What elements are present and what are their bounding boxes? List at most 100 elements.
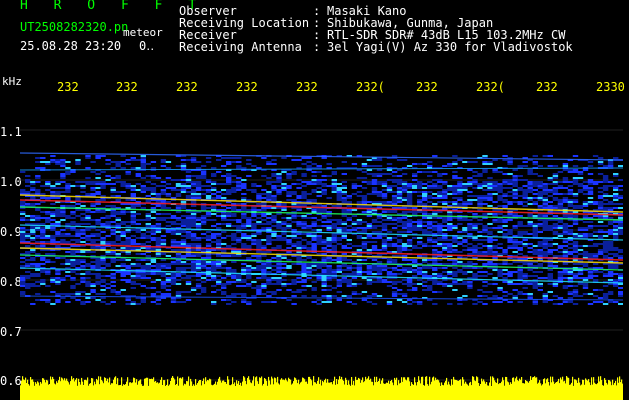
noise-pixel (482, 263, 488, 265)
noise-pixel (165, 177, 172, 179)
noise-pixel (512, 245, 518, 247)
noise-pixel (155, 231, 162, 233)
noise-pixel (507, 201, 513, 203)
noise-pixel (301, 223, 307, 225)
noise-pixel (517, 247, 523, 249)
noise-pixel (587, 293, 594, 295)
noise-pixel (412, 261, 418, 263)
noise-pixel (200, 177, 207, 179)
noise-pixel (35, 157, 41, 159)
noise-pixel (401, 255, 408, 257)
noise-pixel (30, 231, 36, 233)
noise-pixel (532, 235, 538, 237)
noise-pixel (557, 201, 564, 203)
noise-pixel (512, 215, 518, 217)
noise-pixel (572, 303, 579, 305)
noise-pixel (346, 273, 352, 275)
noise-pixel (281, 263, 287, 265)
noise-pixel (592, 253, 599, 255)
noise-pixel (607, 209, 614, 211)
noise-pixel (190, 267, 197, 269)
noise-pixel (552, 177, 559, 179)
noise-pixel (276, 181, 282, 183)
noise-pixel (346, 301, 352, 303)
noise-pixel (452, 281, 458, 283)
noise-pixel (231, 239, 237, 241)
noise-pixel (361, 291, 368, 293)
noise-pixel (532, 231, 538, 233)
noise-pixel (597, 225, 604, 227)
noise-pixel (542, 203, 548, 205)
noise-pixel (467, 253, 473, 255)
noise-pixel (120, 211, 126, 213)
noise-pixel (301, 271, 307, 273)
noise-pixel (200, 173, 207, 175)
noise-pixel (175, 207, 182, 209)
noise-pixel (331, 219, 337, 221)
noise-pixel (75, 231, 81, 233)
noise-pixel (437, 193, 443, 195)
noise-pixel (401, 247, 408, 249)
noise-pixel (346, 205, 352, 207)
noise-pixel (497, 225, 503, 227)
noise-pixel (221, 213, 227, 215)
noise-pixel (512, 289, 518, 291)
noise-pixel (286, 187, 292, 189)
noise-pixel (331, 223, 337, 225)
noise-pixel (582, 253, 589, 255)
noise-pixel (371, 231, 378, 233)
noise-pixel (296, 183, 302, 185)
noise-pixel (507, 195, 513, 197)
noise-pixel (291, 283, 297, 285)
noise-pixel (527, 199, 533, 201)
noise-pixel (497, 231, 503, 233)
noise-pixel (386, 223, 393, 225)
noise-pixel (25, 237, 31, 239)
noise-pixel (356, 221, 363, 223)
noise-pixel (40, 281, 46, 283)
noise-pixel (130, 283, 136, 285)
noise-pixel (507, 229, 513, 231)
noise-pixel (296, 243, 302, 245)
noise-pixel (361, 241, 368, 243)
info-label-antenna: Receiving Antenna (179, 40, 302, 54)
noise-pixel (567, 285, 574, 287)
noise-pixel (482, 229, 488, 231)
noise-pixel (281, 157, 287, 159)
noise-pixel (401, 249, 408, 251)
noise-pixel (366, 283, 373, 285)
noise-pixel (427, 221, 433, 223)
noise-pixel (85, 215, 91, 217)
noise-pixel (442, 283, 448, 285)
noise-pixel (25, 259, 31, 261)
noise-pixel (180, 223, 187, 225)
noise-pixel (145, 255, 151, 257)
noise-pixel (160, 265, 167, 267)
noise-pixel (613, 221, 619, 223)
noise-pixel (552, 181, 559, 183)
noise-pixel (160, 161, 167, 163)
noise-pixel (502, 263, 508, 265)
noise-pixel (271, 189, 277, 191)
noise-pixel (306, 217, 312, 219)
noise-pixel (613, 267, 619, 269)
axis-unit-label: kHz (2, 75, 22, 88)
noise-pixel (391, 291, 398, 293)
noise-pixel (256, 251, 262, 253)
noise-pixel (401, 173, 408, 175)
noise-pixel (542, 201, 548, 203)
noise-pixel (316, 279, 322, 281)
noise-pixel (135, 277, 141, 279)
noise-pixel (311, 223, 317, 225)
noise-pixel (45, 301, 51, 303)
noise-pixel (396, 175, 403, 177)
noise-pixel (50, 187, 56, 189)
noise-pixel (406, 183, 413, 185)
noise-pixel (20, 211, 26, 213)
noise-pixel (502, 251, 508, 253)
noise-pixel (607, 249, 614, 251)
noise-pixel (351, 163, 358, 165)
noise-pixel (442, 275, 448, 277)
noise-pixel (396, 251, 403, 253)
noise-pixel (537, 289, 543, 291)
